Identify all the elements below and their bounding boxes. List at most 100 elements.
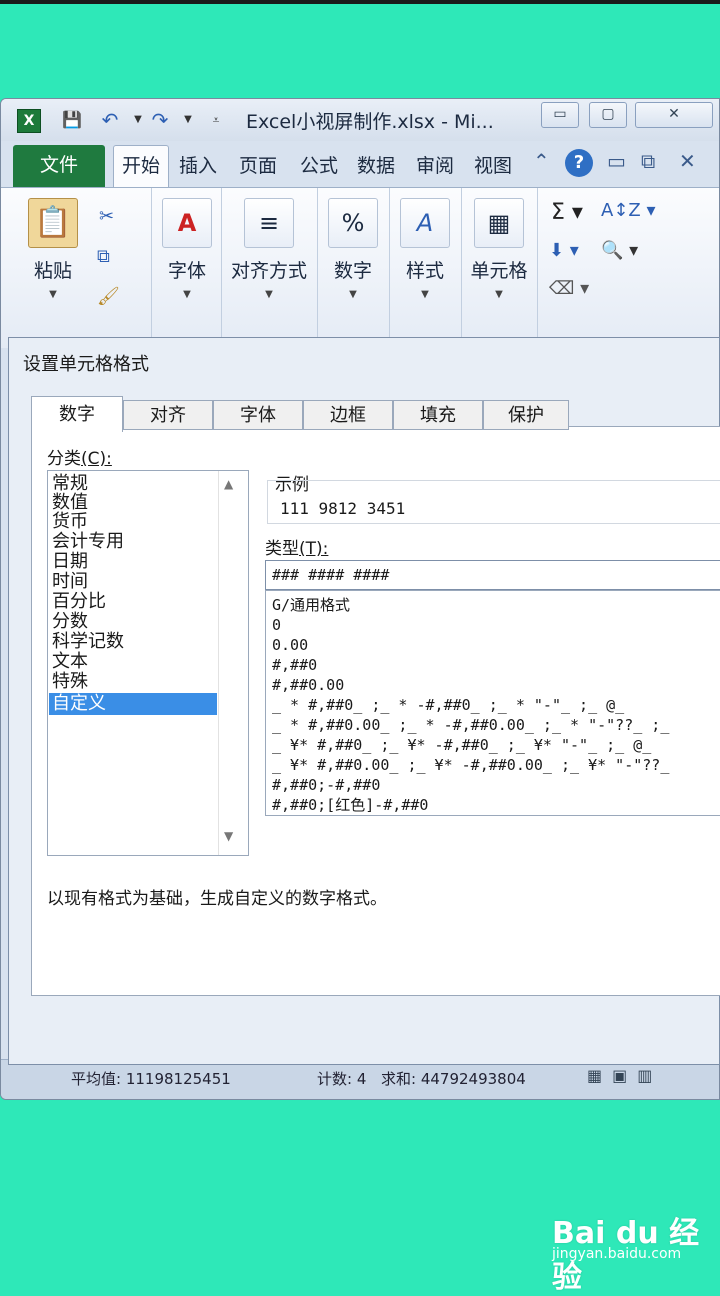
list-item[interactable]: 会计专用 bbox=[52, 531, 124, 553]
view-mode-icon[interactable]: ▦▣▥ bbox=[587, 1066, 662, 1085]
category-label-text: 分类 bbox=[47, 449, 81, 469]
sample-value: 111 9812 3451 bbox=[280, 499, 406, 518]
redo-dropdown-icon[interactable]: ▼ bbox=[177, 109, 199, 131]
editing-group: Σ ▾ A↕Z ▾ ⬇ ▾ 🔍 ▾ ⌫ ▾ bbox=[537, 188, 719, 338]
save-icon[interactable]: 💾 bbox=[61, 109, 83, 131]
font-button[interactable]: A 字体 ▼ bbox=[159, 198, 215, 300]
type-input[interactable]: ### #### #### bbox=[265, 560, 720, 590]
scrollbar-track[interactable] bbox=[218, 471, 219, 855]
list-item[interactable]: #,##0.00 bbox=[272, 675, 344, 695]
styles-button[interactable]: A 样式 ▼ bbox=[397, 198, 453, 300]
list-item[interactable]: 分数 bbox=[52, 611, 88, 633]
tab-border[interactable]: 边框 bbox=[303, 400, 393, 430]
cut-icon[interactable]: ✂ bbox=[99, 206, 114, 227]
undo-icon[interactable]: ↶ bbox=[99, 109, 121, 131]
list-item[interactable]: 科学记数 bbox=[52, 631, 124, 653]
tab-protection[interactable]: 保护 bbox=[483, 400, 569, 430]
format-description: 以现有格式为基础，生成自定义的数字格式。 bbox=[47, 889, 387, 909]
tab-formulas[interactable]: 公式 bbox=[300, 151, 338, 178]
help-icon[interactable]: ? bbox=[565, 149, 593, 177]
list-item[interactable]: 0 bbox=[272, 615, 281, 635]
font-label: 字体 bbox=[167, 260, 206, 282]
window-title: Excel小视屏制作.xlsx - Mi... bbox=[246, 111, 494, 133]
list-item[interactable]: 特殊 bbox=[52, 671, 88, 693]
list-item[interactable]: 百分比 bbox=[52, 591, 106, 613]
tab-file[interactable]: 文件 bbox=[13, 145, 105, 187]
tab-review[interactable]: 审阅 bbox=[416, 151, 454, 178]
undo-dropdown-icon[interactable]: ▼ bbox=[127, 109, 149, 131]
ribbon-restore-icon[interactable]: ⧉ bbox=[641, 149, 655, 173]
title-bar: X 💾 ↶ ▼ ↷ ▼ ⩡ Excel小视屏制作.xlsx - Mi... ▭ … bbox=[1, 99, 719, 141]
chevron-down-icon: ▼ bbox=[421, 289, 429, 300]
list-item[interactable]: _ * #,##0.00_ ;_ * -#,##0.00_ ;_ * "-"??… bbox=[272, 715, 669, 735]
sample-box: 111 9812 3451 bbox=[267, 480, 720, 524]
scroll-down-icon[interactable]: ▼ bbox=[224, 829, 233, 843]
status-count: 计数: 4 bbox=[317, 1070, 367, 1088]
scroll-up-icon[interactable]: ▲ bbox=[224, 477, 233, 491]
list-item[interactable]: 日期 bbox=[52, 551, 88, 573]
collapse-ribbon-icon[interactable]: ⌃ bbox=[533, 149, 550, 173]
alignment-button[interactable]: ≡ 对齐方式 ▼ bbox=[225, 198, 313, 300]
list-item[interactable]: #,##0 bbox=[272, 655, 317, 675]
chevron-down-icon: ▼ bbox=[49, 289, 57, 300]
alignment-group: ≡ 对齐方式 ▼ bbox=[221, 188, 318, 338]
tab-view[interactable]: 视图 bbox=[474, 151, 512, 178]
chevron-down-icon: ▼ bbox=[265, 289, 273, 300]
list-item[interactable]: _ * #,##0_ ;_ * -#,##0_ ;_ * "-"_ ;_ @_ bbox=[272, 695, 624, 715]
ribbon-minimize-icon[interactable]: ▭ bbox=[607, 149, 626, 173]
tab-font[interactable]: 字体 bbox=[213, 400, 303, 430]
find-icon[interactable]: 🔍 ▾ bbox=[601, 240, 638, 261]
format-painter-icon[interactable]: 🖌 bbox=[97, 286, 120, 307]
cells-button[interactable]: ▦ 单元格 ▼ bbox=[467, 198, 531, 300]
status-sum: 求和: 44792493804 bbox=[381, 1070, 526, 1088]
cells-label: 单元格 bbox=[470, 260, 528, 282]
tab-fill[interactable]: 填充 bbox=[393, 400, 483, 430]
list-item[interactable]: #,##0;-#,##0 bbox=[272, 775, 380, 795]
list-item[interactable]: _ ¥* #,##0_ ;_ ¥* -#,##0_ ;_ ¥* "-"_ ;_ … bbox=[272, 735, 651, 755]
customize-qat-icon[interactable]: ⩡ bbox=[205, 109, 227, 131]
list-item[interactable]: 文本 bbox=[52, 651, 88, 673]
ribbon-tabs: 文件 开始 插入 页面 公式 数据 审阅 视图 ⌃ ? ▭ ⧉ ✕ bbox=[1, 141, 719, 188]
type-label-text: 类型 bbox=[265, 539, 299, 559]
list-item[interactable]: _ ¥* #,##0.00_ ;_ ¥* -#,##0.00_ ;_ ¥* "-… bbox=[272, 755, 669, 775]
list-item-selected[interactable]: 自定义 bbox=[49, 693, 217, 715]
minimize-button[interactable]: ▭ bbox=[541, 102, 579, 128]
cells-group: ▦ 单元格 ▼ bbox=[461, 188, 538, 338]
clipboard-group: 📋 粘贴 ▼ ✂ ⧉ 🖌 bbox=[1, 188, 152, 338]
copy-icon[interactable]: ⧉ bbox=[97, 246, 110, 267]
tab-data[interactable]: 数据 bbox=[357, 151, 395, 178]
list-item[interactable]: #,##0;[红色]-#,##0 bbox=[272, 795, 428, 815]
number-button[interactable]: % 数字 ▼ bbox=[325, 198, 381, 300]
fill-icon[interactable]: ⬇ ▾ bbox=[549, 240, 579, 261]
tab-number[interactable]: 数字 bbox=[31, 396, 123, 432]
status-average: 平均值: 11198125451 bbox=[71, 1070, 231, 1088]
top-border bbox=[0, 0, 720, 4]
tab-insert[interactable]: 插入 bbox=[179, 151, 217, 178]
tab-page-layout[interactable]: 页面 bbox=[239, 151, 277, 178]
list-item[interactable]: 时间 bbox=[52, 571, 88, 593]
list-item[interactable]: G/通用格式 bbox=[272, 595, 350, 615]
tab-home[interactable]: 开始 bbox=[113, 145, 169, 188]
sort-filter-icon[interactable]: A↕Z ▾ bbox=[601, 200, 655, 221]
category-key: (C): bbox=[81, 449, 112, 469]
redo-icon[interactable]: ↷ bbox=[149, 109, 171, 131]
paste-button[interactable]: 📋 粘贴 ▼ bbox=[25, 198, 81, 300]
percent-icon: % bbox=[328, 198, 378, 248]
tab-alignment[interactable]: 对齐 bbox=[123, 400, 213, 430]
ribbon-close-icon[interactable]: ✕ bbox=[679, 149, 696, 173]
number-label: 数字 bbox=[333, 260, 372, 282]
category-list[interactable]: ▲ ▼ 常规 数值 货币 会计专用 日期 时间 百分比 分数 科学记数 文本 特… bbox=[47, 470, 249, 856]
list-item[interactable]: 0.00 bbox=[272, 635, 308, 655]
excel-logo-icon[interactable]: X bbox=[17, 109, 41, 133]
clear-icon[interactable]: ⌫ ▾ bbox=[549, 278, 589, 299]
maximize-button[interactable]: ▢ bbox=[589, 102, 627, 128]
chevron-down-icon: ▼ bbox=[183, 289, 191, 300]
close-button[interactable]: ✕ bbox=[635, 102, 713, 128]
styles-icon: A bbox=[400, 198, 450, 248]
autosum-icon[interactable]: Σ ▾ bbox=[551, 200, 583, 225]
list-item[interactable]: 货币 bbox=[52, 511, 88, 533]
type-label: 类型(T): bbox=[265, 534, 328, 559]
format-list[interactable]: G/通用格式 0 0.00 #,##0 #,##0.00 _ * #,##0_ … bbox=[265, 590, 720, 816]
font-group: A 字体 ▼ bbox=[151, 188, 222, 338]
styles-label: 样式 bbox=[405, 260, 444, 282]
